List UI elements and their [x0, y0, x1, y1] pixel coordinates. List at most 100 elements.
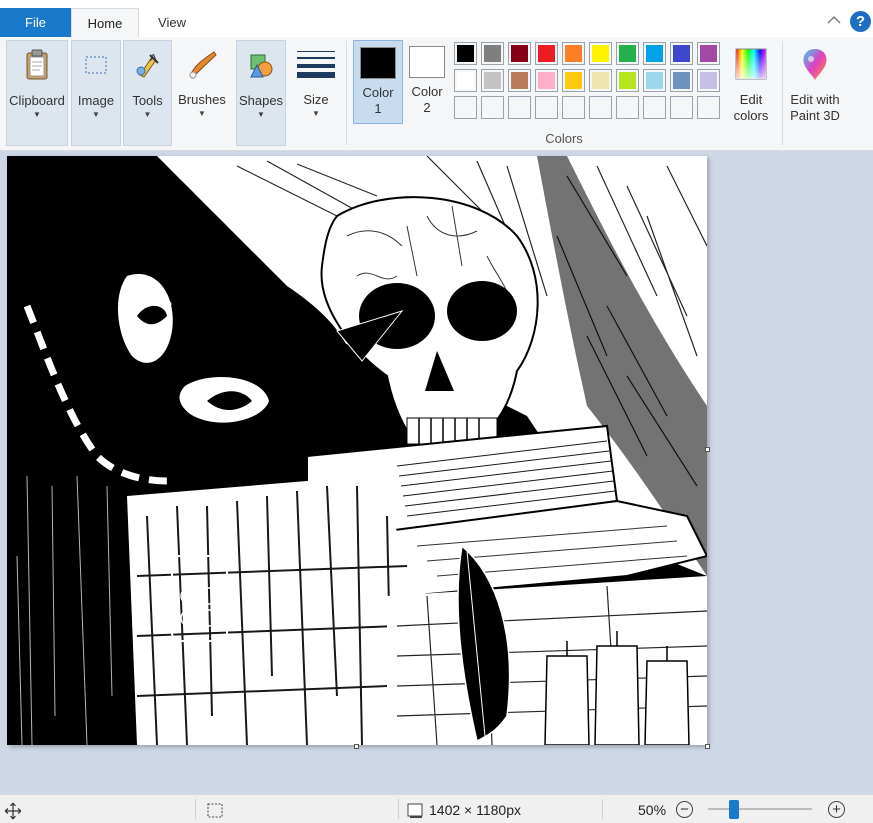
palette-swatch[interactable] [562, 69, 585, 92]
shapes-icon [243, 47, 279, 83]
swatch-fill [619, 45, 636, 62]
palette-swatch[interactable] [454, 69, 477, 92]
shapes-button[interactable]: Shapes ▼ [236, 40, 286, 146]
palette-custom-slot[interactable] [454, 96, 477, 119]
brush-icon [184, 46, 220, 82]
color1-label: Color 1 [362, 85, 394, 116]
tab-view[interactable]: View [139, 8, 205, 37]
status-divider [398, 799, 399, 819]
swatch-fill [511, 72, 528, 89]
line-size-icon [297, 46, 335, 82]
canvas-area[interactable] [0, 151, 873, 794]
paint3d-label: Edit with Paint 3D [790, 92, 840, 123]
palette-swatch[interactable] [670, 69, 693, 92]
palette-swatch[interactable] [454, 42, 477, 65]
tools-button[interactable]: A Tools ▼ [123, 40, 172, 146]
palette-custom-slot[interactable] [643, 96, 666, 119]
palette-custom-slot[interactable] [535, 96, 558, 119]
color1-swatch [360, 47, 396, 79]
palette-swatch[interactable] [643, 42, 666, 65]
help-icon[interactable]: ? [850, 11, 871, 32]
palette-custom-slot[interactable] [589, 96, 612, 119]
resize-handle-corner[interactable] [705, 744, 710, 749]
color2-label: Color 2 [411, 84, 443, 115]
palette-swatch[interactable] [481, 42, 504, 65]
ribbon: Clipboard ▼ Image ▼ A Tools ▼ Brushes ▼ … [0, 37, 873, 151]
shapes-label: Shapes [238, 93, 284, 108]
ribbon-tab-bar: File Home View ? [0, 0, 873, 38]
palette-swatch[interactable] [697, 42, 720, 65]
swatch-fill [700, 72, 717, 89]
svg-text:A: A [150, 53, 157, 64]
palette-custom-slot[interactable] [670, 96, 693, 119]
clipboard-icon [19, 47, 55, 83]
color2-swatch [409, 46, 445, 78]
clipboard-button[interactable]: Clipboard ▼ [6, 40, 68, 146]
swatch-fill [673, 45, 690, 62]
tools-label: Tools [132, 93, 163, 108]
palette-swatch[interactable] [616, 42, 639, 65]
palette-swatch[interactable] [481, 69, 504, 92]
brushes-button[interactable]: Brushes ▼ [176, 40, 228, 146]
swatch-fill [538, 72, 555, 89]
zoom-out-button[interactable]: − [676, 801, 693, 818]
size-button[interactable]: Size ▼ [291, 40, 341, 146]
image-label: Image [77, 93, 115, 108]
swatch-fill [619, 72, 636, 89]
palette-swatch[interactable] [562, 42, 585, 65]
palette-custom-slot[interactable] [481, 96, 504, 119]
color1-button[interactable]: Color 1 [353, 40, 403, 124]
palette-swatch[interactable] [670, 42, 693, 65]
image-button[interactable]: Image ▼ [71, 40, 121, 146]
collapse-ribbon-icon[interactable] [826, 12, 842, 28]
ribbon-divider [346, 41, 347, 145]
tab-file[interactable]: File [0, 8, 71, 37]
resize-handle-bottom[interactable] [354, 744, 359, 749]
zoom-slider-track[interactable] [708, 808, 812, 810]
drawing-canvas[interactable] [7, 156, 707, 745]
swatch-fill [700, 45, 717, 62]
ribbon-divider [782, 41, 783, 145]
status-divider [602, 799, 603, 819]
palette-swatch[interactable] [616, 69, 639, 92]
palette-custom-slot[interactable] [616, 96, 639, 119]
swatch-fill [565, 45, 582, 62]
image-dimensions: 1402 × 1180px [429, 802, 521, 818]
swatch-fill [538, 45, 555, 62]
color2-button[interactable]: Color 2 [404, 40, 450, 124]
edit-colors-button[interactable]: Edit colors [728, 40, 774, 146]
tab-home[interactable]: Home [71, 8, 139, 38]
swatch-fill [592, 45, 609, 62]
brushes-label: Brushes [178, 92, 226, 107]
chevron-down-icon: ▼ [33, 110, 41, 119]
selection-size-icon [207, 803, 223, 818]
color-spectrum-icon [733, 46, 769, 82]
palette-swatch[interactable] [697, 69, 720, 92]
swatch-fill [646, 45, 663, 62]
palette-swatch[interactable] [508, 42, 531, 65]
artwork-image [7, 156, 707, 745]
zoom-slider-thumb[interactable] [729, 800, 740, 819]
palette-custom-slot[interactable] [508, 96, 531, 119]
palette-swatch[interactable] [589, 69, 612, 92]
swatch-fill [457, 72, 474, 89]
palette-custom-slot[interactable] [562, 96, 585, 119]
size-label: Size [303, 92, 329, 107]
image-size-icon [407, 803, 423, 818]
resize-handle-right[interactable] [705, 447, 710, 452]
palette-swatch[interactable] [643, 69, 666, 92]
zoom-in-button[interactable]: + [828, 801, 845, 818]
palette-swatch[interactable] [589, 42, 612, 65]
edit-colors-label: Edit colors [733, 92, 769, 123]
palette-swatch[interactable] [535, 42, 558, 65]
edit-with-paint3d-button[interactable]: Edit with Paint 3D [786, 40, 844, 146]
select-rectangle-icon [78, 47, 114, 83]
swatch-fill [484, 72, 501, 89]
palette-swatch[interactable] [535, 69, 558, 92]
palette-custom-slot[interactable] [697, 96, 720, 119]
chevron-down-icon: ▼ [198, 109, 206, 118]
swatch-fill [511, 45, 528, 62]
palette-swatch[interactable] [508, 69, 531, 92]
paint3d-icon [797, 46, 833, 82]
cursor-position-icon [5, 802, 21, 820]
